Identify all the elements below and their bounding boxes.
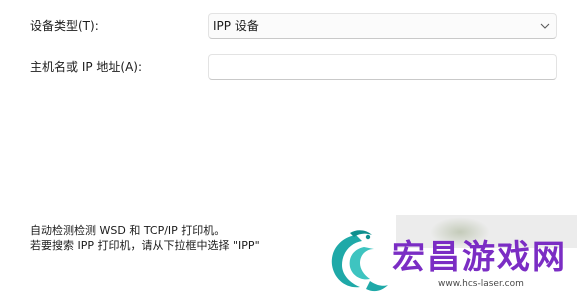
watermark-title: 宏昌游戏网 — [392, 237, 567, 276]
watermark: 宏昌游戏网 www.hcs-laser.com — [320, 215, 577, 296]
dragon-logo-icon — [331, 230, 388, 292]
device-type-select[interactable]: IPP 设备 — [208, 13, 557, 39]
hint-line-2: 若要搜索 IPP 打印机，请从下拉框中选择 "IPP" — [30, 239, 260, 252]
watermark-url: www.hcs-laser.com — [438, 279, 524, 289]
hint-line-1: 自动检测检测 WSD 和 TCP/IP 打印机。 — [30, 224, 226, 237]
chevron-down-icon — [540, 23, 550, 29]
device-type-selected-value: IPP 设备 — [213, 19, 259, 33]
host-label: 主机名或 IP 地址(A): — [30, 60, 143, 74]
device-type-label: 设备类型(T): — [30, 19, 99, 33]
host-input[interactable] — [209, 55, 556, 79]
host-input-box[interactable] — [208, 54, 557, 80]
